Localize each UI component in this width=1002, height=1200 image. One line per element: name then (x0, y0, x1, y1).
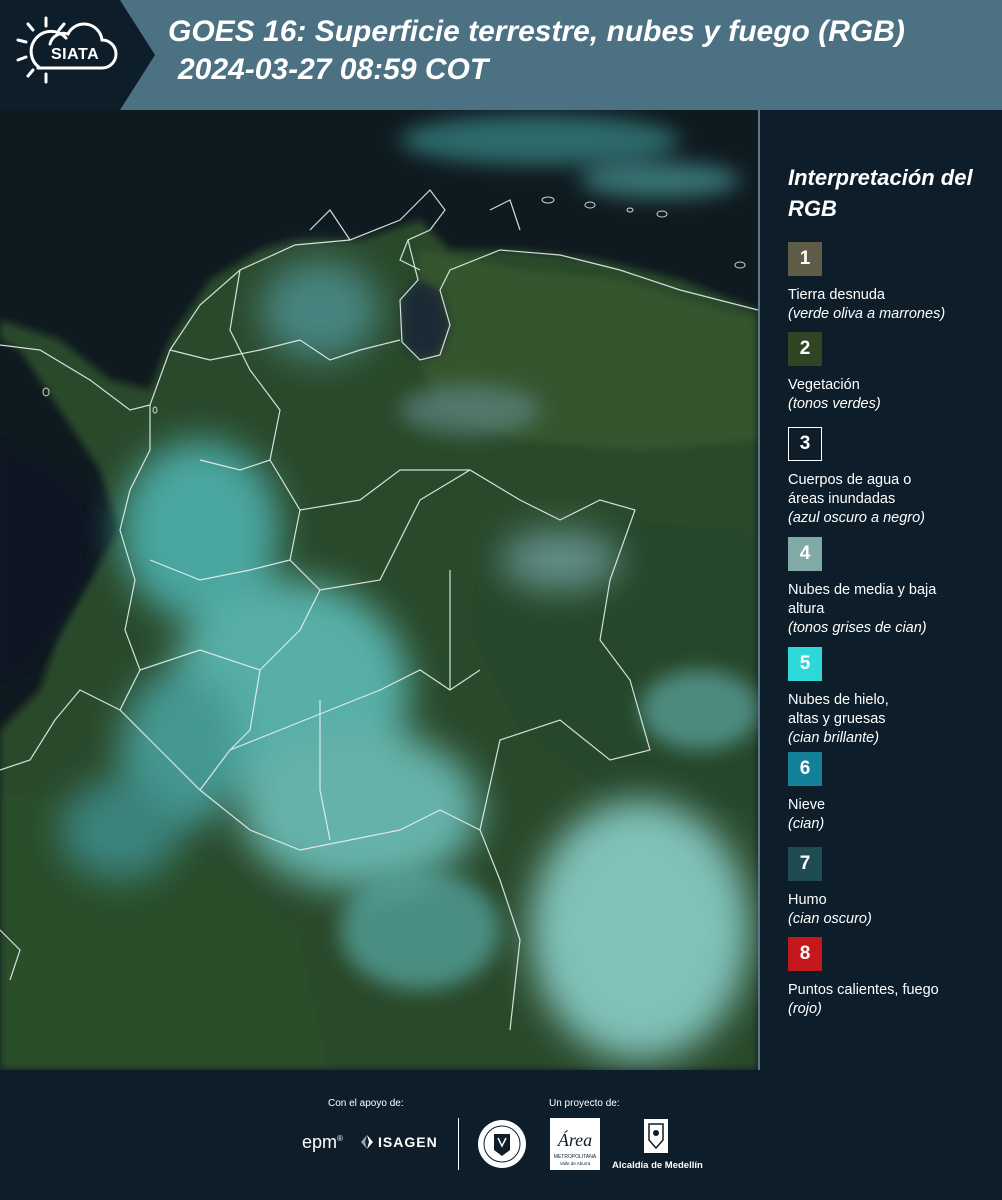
epm-logo[interactable]: epm® (302, 1132, 343, 1153)
legend-swatch: 4 (788, 537, 822, 571)
area-metropolitana-logo[interactable]: Área METROPOLITANA Valle de Aburrá (550, 1118, 600, 1170)
svg-text:Área: Área (557, 1129, 592, 1150)
project-label: Un proyecto de: (549, 1098, 620, 1109)
legend-item-desc: (tonos verdes) (788, 396, 881, 412)
legend-swatch: 8 (788, 937, 822, 971)
legend-item-desc: (cian) (788, 816, 825, 832)
page-title: GOES 16: Superficie terrestre, nubes y f… (168, 15, 905, 48)
legend: Interpretación del RGB 1 Tierra desnuda (v… (788, 162, 998, 1017)
satellite-image (0, 110, 758, 1070)
legend-item-name: Cuerpos de agua o áreas inundadas (788, 472, 912, 507)
satellite-map[interactable] (0, 110, 760, 1070)
footer-divider (458, 1118, 459, 1170)
legend-item-5: 5 Nubes de hielo, altas y gruesas (cian br… (788, 647, 998, 748)
page-timestamp: 2024-03-27 08:59 COT (178, 53, 489, 86)
legend-swatch: 5 (788, 647, 822, 681)
legend-item-desc: (rojo) (788, 1001, 822, 1017)
legend-item-4: 4 Nubes de media y baja altura (tonos gris… (788, 537, 998, 638)
legend-item-6: 6 Nieve (cian) (788, 752, 998, 834)
legend-item-name: Vegetación (788, 377, 860, 393)
legend-item-3: 3 Cuerpos de agua o áreas inundadas (azul … (788, 427, 998, 528)
legend-swatch: 2 (788, 332, 822, 366)
legend-item-name: Nubes de media y baja altura (788, 582, 937, 617)
legend-item-name: Nieve (788, 797, 826, 813)
legend-item-desc: (cian brillante) (788, 730, 880, 746)
legend-title: Interpretación del RGB (788, 165, 973, 221)
legend-item-1: 1 Tierra desnuda (verde oliva a marrones) (788, 242, 998, 324)
university-seal-icon[interactable] (476, 1118, 528, 1170)
legend-item-name: Puntos calientes, fuego (788, 982, 939, 998)
legend-swatch: 6 (788, 752, 822, 786)
legend-item-2: 2 Vegetación (tonos verdes) (788, 332, 998, 414)
legend-swatch: 1 (788, 242, 822, 276)
footer: Con el apoyo de: epm® ISAGEN Un proyecto… (0, 1072, 1002, 1200)
legend-item-name: Humo (788, 892, 827, 908)
legend-item-desc: (tonos grises de cian) (788, 620, 927, 636)
alcaldia-label: Alcaldía de Medellín (612, 1160, 703, 1171)
support-label: Con el apoyo de: (328, 1098, 404, 1109)
legend-item-desc: (verde oliva a marrones) (788, 306, 946, 322)
legend-item-8: 8 Puntos calientes, fuego (rojo) (788, 937, 998, 1019)
legend-item-desc: (cian oscuro) (788, 911, 872, 927)
legend-item-name: Tierra desnuda (788, 287, 885, 303)
legend-swatch: 3 (788, 427, 822, 461)
isagen-icon (361, 1135, 373, 1149)
logo-text: SIATA (51, 46, 100, 63)
svg-text:METROPOLITANA: METROPOLITANA (554, 1154, 597, 1160)
isagen-logo-text: ISAGEN (378, 1134, 438, 1150)
legend-item-7: 7 Humo (cian oscuro) (788, 847, 998, 929)
header: SIATA GOES 16: Superficie terrestre, nub… (0, 0, 1002, 110)
legend-item-desc: (azul oscuro a negro) (788, 510, 926, 526)
siata-logo[interactable]: SIATA (0, 0, 155, 110)
svg-text:Valle de Aburrá: Valle de Aburrá (560, 1161, 591, 1166)
epm-logo-text: epm (302, 1132, 338, 1152)
alcaldia-shield-icon[interactable] (642, 1118, 670, 1156)
legend-swatch: 7 (788, 847, 822, 881)
legend-item-name: Nubes de hielo, altas y gruesas (788, 692, 889, 727)
